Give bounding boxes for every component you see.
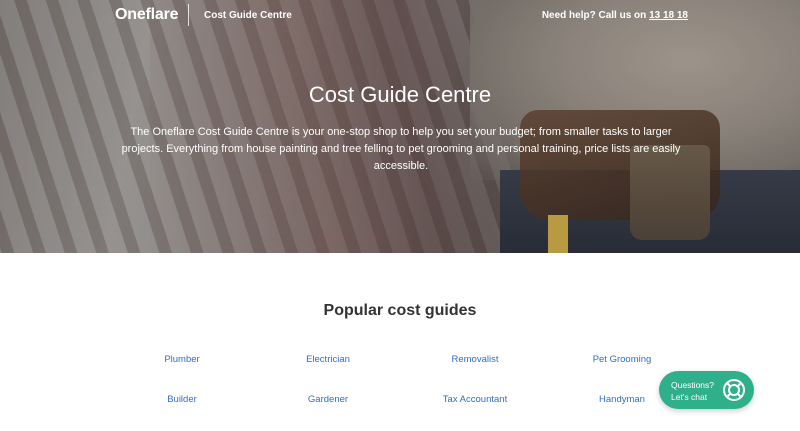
chat-label-line1: Questions? — [671, 380, 714, 390]
popular-guides-list: Plumber Electrician Removalist Pet Groom… — [0, 0, 800, 431]
guide-link-pet-grooming[interactable]: Pet Grooming — [557, 354, 687, 365]
chat-label-line2: Let's chat — [671, 392, 708, 402]
guide-link-gardener[interactable]: Gardener — [263, 394, 393, 405]
chat-label: Questions? Let's chat — [671, 379, 714, 403]
guide-link-removalist[interactable]: Removalist — [410, 354, 540, 365]
lifebuoy-icon — [723, 379, 745, 401]
guide-link-plumber[interactable]: Plumber — [117, 354, 247, 365]
guide-link-electrician[interactable]: Electrician — [263, 354, 393, 365]
guide-link-builder[interactable]: Builder — [117, 394, 247, 405]
chat-button[interactable]: Questions? Let's chat — [659, 371, 754, 409]
guide-link-tax-accountant[interactable]: Tax Accountant — [410, 394, 540, 405]
